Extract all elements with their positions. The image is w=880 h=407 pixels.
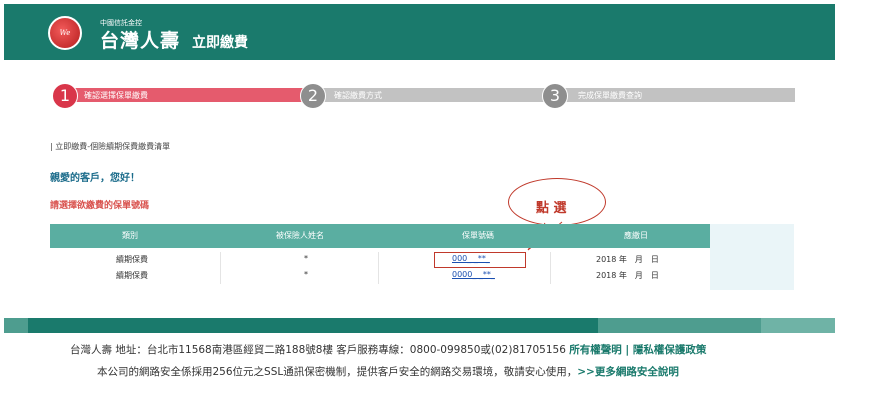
footer-security-line: 本公司的網路安全係採用256位元之SSL通訊保密機制，提供客戶安全的網路交易環境… <box>97 364 679 379</box>
table-header: 類別 被保險人姓名 保單號碼 應繳日 <box>50 224 710 248</box>
header-insured-name: 被保險人姓名 <box>276 231 324 240</box>
select-policy-prompt: 請選擇欲繳費的保單號碼 <box>50 201 150 211</box>
cell-insured-name: * <box>304 270 308 279</box>
footer-bar <box>4 318 835 333</box>
footer-bar-segment <box>4 318 28 333</box>
section-title: | 立即繳費-個險續期保費繳費清單 <box>50 142 171 151</box>
more-security-info-link[interactable]: >>更多網路安全說明 <box>577 366 679 378</box>
progress-steps: 1 2 3 確認選擇保單繳費 確認繳費方式 完成保單繳費查詢 <box>48 83 795 109</box>
footer-bar-segment <box>598 318 761 333</box>
column-divider <box>550 252 551 268</box>
step-1-label: 確認選擇保單繳費 <box>84 91 148 100</box>
footer-bar-segment <box>761 318 835 333</box>
page-name: 立即繳費 <box>192 35 248 51</box>
cell-type: 續期保費 <box>116 271 148 280</box>
site-header: We Shining 中國信託金控 台灣人壽 立即繳費 <box>4 4 835 60</box>
greeting: 親愛的客戶，您好！ <box>50 173 140 184</box>
cell-due-date: 2018 年 月 日 <box>596 271 659 280</box>
page: We Shining 中國信託金控 台灣人壽 立即繳費 1 2 3 確認選擇保單… <box>0 0 835 407</box>
step-3-number: 3 <box>542 83 568 109</box>
step-2-label: 確認繳費方式 <box>334 91 382 100</box>
header-type: 類別 <box>122 231 138 240</box>
step-1-number: 1 <box>52 83 78 109</box>
table-row: 續期保費 * 000_ _**_ 2018 年 月 日 <box>50 252 710 268</box>
policy-table: 類別 被保險人姓名 保單號碼 應繳日 續期保費 * 000_ _**_ 2018… <box>50 224 710 284</box>
annotation-text: 點 選 <box>536 201 567 216</box>
company-logo[interactable]: We Shining <box>48 16 82 50</box>
side-panel <box>710 224 794 290</box>
table-row: 續期保費 * 0000_ _**_ 2018 年 月 日 <box>50 268 710 284</box>
header-due-date: 應繳日 <box>624 231 648 240</box>
cell-type: 續期保費 <box>116 255 148 264</box>
privacy-policy-link[interactable]: 隱私權保護政策 <box>633 344 707 356</box>
column-divider <box>378 268 379 284</box>
footer-separator: | <box>621 344 633 356</box>
step-3-label: 完成保單繳費查詢 <box>578 91 642 100</box>
policy-number-link[interactable]: 0000_ _**_ <box>452 270 495 279</box>
column-divider <box>378 252 379 268</box>
column-divider <box>220 268 221 284</box>
cell-due-date: 2018 年 月 日 <box>596 255 659 264</box>
footer-address-line: 台灣人壽 地址：台北市11568南港區經貿二路188號8樓 客戶服務專線：080… <box>70 342 706 357</box>
step-2-number: 2 <box>300 83 326 109</box>
header-policy-number: 保單號碼 <box>462 231 494 240</box>
column-divider <box>550 268 551 284</box>
column-divider <box>220 252 221 268</box>
brand-name: 台灣人壽 <box>100 30 181 52</box>
footer-address: 台灣人壽 地址：台北市11568南港區經貿二路188號8樓 客戶服務專線：080… <box>70 344 566 356</box>
cell-insured-name: * <box>304 254 308 263</box>
footer-security-text: 本公司的網路安全係採用256位元之SSL通訊保密機制，提供客戶安全的網路交易環境… <box>97 366 578 378</box>
policy-number-link[interactable]: 000_ _**_ <box>452 254 490 263</box>
ownership-statement-link[interactable]: 所有權聲明 <box>569 344 622 356</box>
